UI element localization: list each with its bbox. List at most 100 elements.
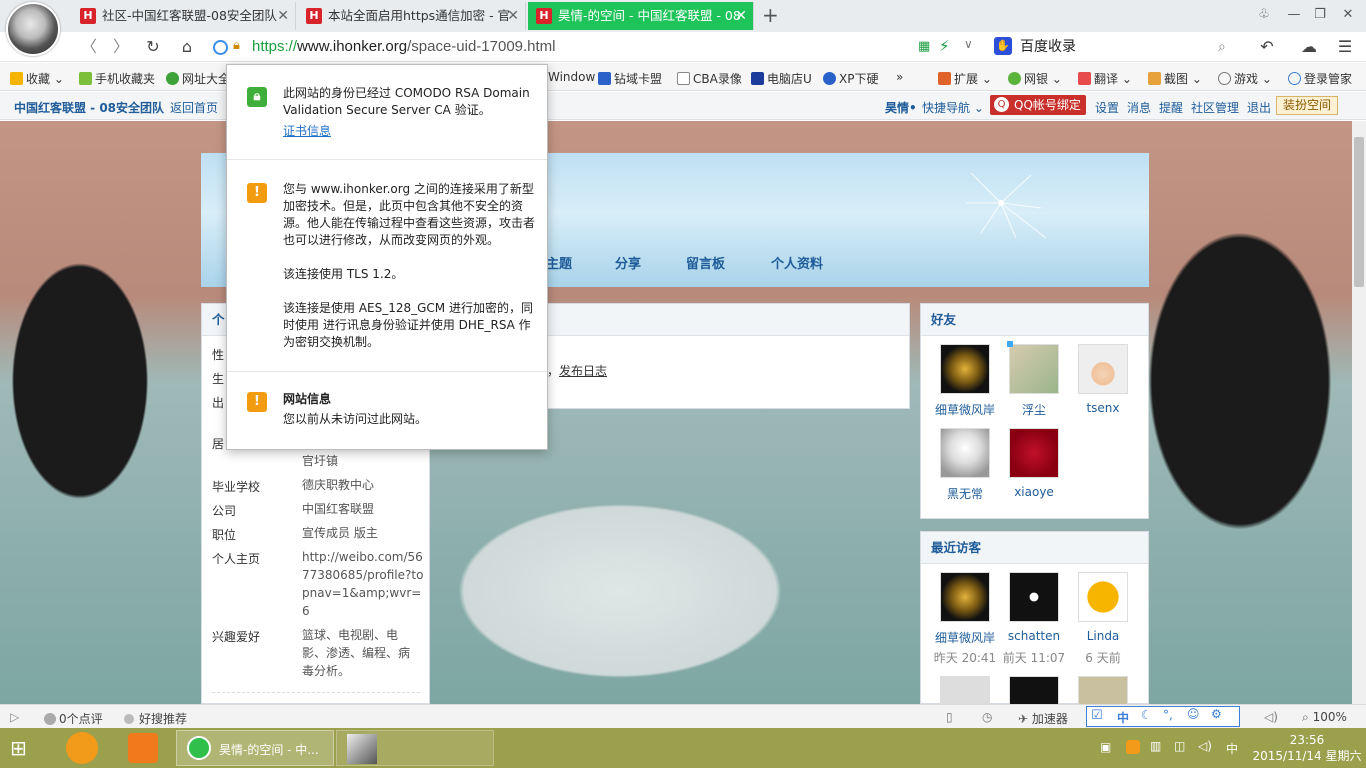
- settings-link[interactable]: 设置: [1095, 99, 1119, 116]
- friend-name[interactable]: 细草微风岸: [930, 401, 1000, 418]
- menu-icon[interactable]: ☰: [1334, 36, 1356, 58]
- nav-topics[interactable]: 主题: [546, 253, 572, 272]
- cloud-icon[interactable]: ☁: [1298, 36, 1320, 58]
- extensions-menu[interactable]: 扩展 ⌄: [938, 70, 992, 87]
- visitor-name[interactable]: Linda: [1068, 629, 1138, 643]
- tray-app-icon[interactable]: ▣: [1100, 740, 1111, 754]
- zoom-control[interactable]: ⌕ 100%: [1302, 710, 1347, 725]
- search-input[interactable]: ✋ 百度收录 ⌕: [992, 36, 1238, 58]
- site-brand[interactable]: 中国红客联盟 - 08安全团队: [14, 99, 164, 116]
- friend-name[interactable]: xiaoye: [999, 485, 1069, 499]
- start-windows-icon[interactable]: ⊞: [10, 736, 38, 760]
- nav-profile[interactable]: 个人资料: [771, 253, 823, 272]
- visitor-avatar[interactable]: [1009, 572, 1059, 622]
- visitor-name[interactable]: 细草微风岸: [930, 629, 1000, 646]
- visitor-name[interactable]: schatten: [999, 629, 1069, 643]
- security-tray-icon[interactable]: [1126, 740, 1140, 754]
- moon-icon[interactable]: ☾: [1141, 708, 1152, 722]
- tab-space[interactable]: H 昊情-的空间 - 中国红客联盟 - 08 ✕: [528, 2, 754, 30]
- translate-menu[interactable]: 翻译 ⌄: [1078, 70, 1132, 87]
- ime-mode[interactable]: 中: [1117, 709, 1129, 726]
- tab-https-notice[interactable]: H 本站全面启用https通信加密 - 官 ✕: [298, 2, 526, 30]
- new-tab-button[interactable]: +: [762, 2, 782, 30]
- bookmark-favorites[interactable]: 收藏 ⌄: [10, 70, 64, 87]
- bookmark-xp[interactable]: XP下硬: [823, 70, 878, 87]
- speed-mode-icon[interactable]: ⚡: [939, 37, 950, 55]
- qq-bind-button[interactable]: Q QQ帐号绑定: [990, 95, 1086, 115]
- history-icon[interactable]: ◷: [982, 710, 992, 724]
- dress-up-button[interactable]: 装扮空间: [1276, 96, 1338, 115]
- ebank-menu[interactable]: 网银 ⌄: [1008, 70, 1062, 87]
- visitor-avatar[interactable]: [1078, 572, 1128, 622]
- close-tab-icon[interactable]: ✕: [735, 2, 747, 30]
- punctuation-icon[interactable]: °,: [1163, 708, 1173, 722]
- home-link[interactable]: 返回首页: [170, 99, 218, 116]
- network-tray-icon[interactable]: ▥: [1150, 739, 1161, 753]
- image-viewer-window-button[interactable]: [336, 730, 494, 766]
- minimize-icon[interactable]: —: [1282, 4, 1306, 26]
- friend-name[interactable]: 浮尘: [999, 401, 1069, 418]
- undo-close-icon[interactable]: ↶: [1256, 36, 1278, 58]
- dropdown-icon[interactable]: ∨: [964, 37, 973, 51]
- close-window-icon[interactable]: ✕: [1336, 4, 1360, 26]
- skin-icon[interactable]: ♧: [1252, 4, 1276, 26]
- friend-name[interactable]: tsenx: [1068, 401, 1138, 415]
- friend-avatar[interactable]: [1078, 344, 1128, 394]
- mobile-icon[interactable]: ▯: [946, 710, 953, 724]
- bookmark-pcshop[interactable]: 电脑店U: [751, 70, 812, 87]
- media-player-taskbar-icon[interactable]: [128, 733, 158, 763]
- bookmark-zuanyu[interactable]: 钻域卡盟: [598, 70, 662, 87]
- profile-value-homepage[interactable]: http://weibo.com/5677380685/profile?topn…: [302, 548, 424, 620]
- qr-code-icon[interactable]: ▦: [918, 39, 932, 54]
- reviews-status[interactable]: 0个点评: [44, 710, 103, 727]
- bookmark-cba[interactable]: CBA录像: [677, 70, 742, 87]
- mixed-content-lock-icon[interactable]: 🔒︎: [233, 38, 247, 54]
- admin-link[interactable]: 社区管理: [1191, 99, 1239, 116]
- system-clock[interactable]: 23:56 2015/11/14 星期六: [1248, 732, 1366, 764]
- volume-icon[interactable]: ◁): [1264, 710, 1278, 724]
- gear-icon[interactable]: ⚙: [1211, 707, 1222, 721]
- scrollbar-thumb[interactable]: [1354, 137, 1364, 287]
- refresh-icon[interactable]: ↻: [142, 36, 164, 58]
- post-blog-link[interactable]: 发布日志: [559, 364, 607, 378]
- friend-name[interactable]: 黑无常: [930, 485, 1000, 502]
- username-link[interactable]: 昊情•: [885, 99, 917, 116]
- 360-browser-taskbar-icon[interactable]: [66, 732, 98, 764]
- emoji-icon[interactable]: ☺: [1187, 707, 1200, 721]
- recommend-status[interactable]: 好搜推荐: [124, 710, 187, 727]
- search-icon[interactable]: ⌕: [1218, 36, 1226, 58]
- volume-tray-icon[interactable]: ◁): [1198, 739, 1212, 753]
- bookmark-mobile[interactable]: 手机收藏夹: [79, 70, 155, 87]
- sidebar-toggle-icon[interactable]: ▷: [10, 710, 19, 724]
- certificate-info-link[interactable]: 证书信息: [283, 123, 331, 140]
- active-window-button[interactable]: 昊情-的空间 - 中...: [176, 730, 334, 766]
- login-manager[interactable]: 登录管家: [1288, 70, 1352, 87]
- nav-shares[interactable]: 分享: [615, 253, 641, 272]
- back-icon[interactable]: 〈: [78, 36, 100, 58]
- url-field[interactable]: https://www.ihonker.org/space-uid-17009.…: [252, 38, 556, 55]
- browser-globe-icon[interactable]: [213, 40, 228, 55]
- alerts-link[interactable]: 提醒: [1159, 99, 1183, 116]
- ime-toolbar[interactable]: ☑ 中 ☾ °, ☺ ⚙: [1086, 706, 1240, 727]
- friend-avatar[interactable]: [1009, 344, 1059, 394]
- tab-forum[interactable]: H 社区-中国红客联盟-08安全团队 ✕: [72, 2, 296, 30]
- ime-indicator[interactable]: 中: [1226, 740, 1238, 757]
- messages-link[interactable]: 消息: [1127, 99, 1151, 116]
- restore-icon[interactable]: ❐: [1308, 4, 1332, 26]
- friend-avatar[interactable]: [940, 344, 990, 394]
- bookmark-portal[interactable]: 网址大全: [166, 70, 230, 87]
- visitor-avatar[interactable]: [940, 572, 990, 622]
- games-menu[interactable]: 游戏 ⌄: [1218, 70, 1272, 87]
- home-icon[interactable]: ⌂: [176, 36, 198, 58]
- bookmark-more[interactable]: »: [896, 70, 903, 84]
- friend-avatar[interactable]: [940, 428, 990, 478]
- vertical-scrollbar[interactable]: [1352, 121, 1366, 704]
- quick-nav-menu[interactable]: 快捷导航 ⌄: [922, 99, 984, 116]
- nav-guestbook[interactable]: 留言板: [686, 253, 725, 272]
- ime-check-icon[interactable]: ☑: [1091, 708, 1103, 723]
- bookmark-window[interactable]: Window: [548, 70, 595, 84]
- close-tab-icon[interactable]: ✕: [507, 2, 519, 30]
- wifi-tray-icon[interactable]: ◫: [1174, 739, 1185, 753]
- user-avatar[interactable]: [6, 2, 60, 56]
- friend-avatar[interactable]: [1009, 428, 1059, 478]
